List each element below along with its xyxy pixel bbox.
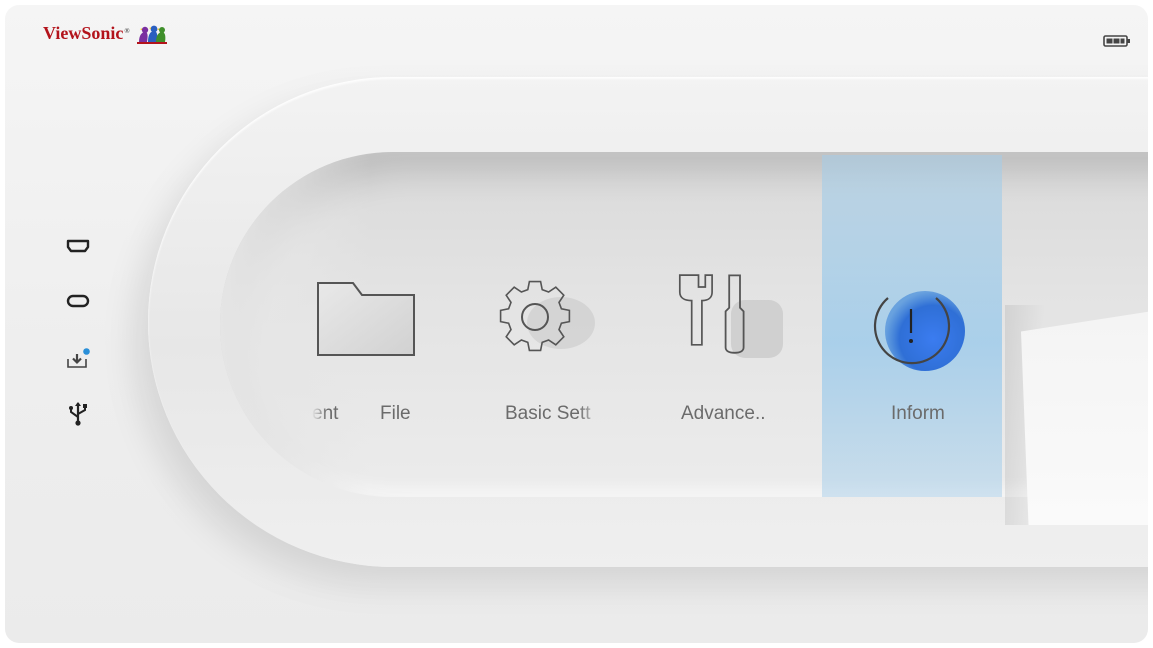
info-icon[interactable] bbox=[863, 273, 973, 378]
menu-item-label-basic-settings[interactable]: Basic Sett bbox=[505, 403, 603, 425]
menu-item-label-information[interactable]: Inform bbox=[891, 403, 969, 425]
tools-icon[interactable] bbox=[673, 270, 788, 370]
new-content-badge-icon bbox=[83, 348, 90, 355]
battery-icon bbox=[1103, 34, 1131, 53]
brand-logo: ViewSonic ® bbox=[43, 23, 169, 44]
menu-item-label-file[interactable]: File bbox=[380, 403, 420, 425]
gear-icon[interactable] bbox=[489, 271, 609, 372]
birds-logo-icon bbox=[136, 25, 167, 44]
usb-icon[interactable] bbox=[65, 402, 91, 426]
next-item-card[interactable] bbox=[1021, 310, 1148, 525]
menu-item-label-partial[interactable]: ent bbox=[312, 403, 356, 425]
menu-item-label-advanced[interactable]: Advance.. bbox=[681, 403, 766, 425]
brand-registered-mark: ® bbox=[124, 27, 130, 35]
download-tray-icon[interactable] bbox=[65, 347, 91, 369]
launcher-screen: ViewSonic ® ent File Basic Sett Advance.… bbox=[5, 5, 1148, 643]
hdmi-port-icon[interactable] bbox=[65, 235, 91, 257]
usb-c-port-icon[interactable] bbox=[65, 290, 91, 312]
folder-icon[interactable] bbox=[308, 277, 423, 367]
brand-name: ViewSonic bbox=[43, 23, 124, 43]
